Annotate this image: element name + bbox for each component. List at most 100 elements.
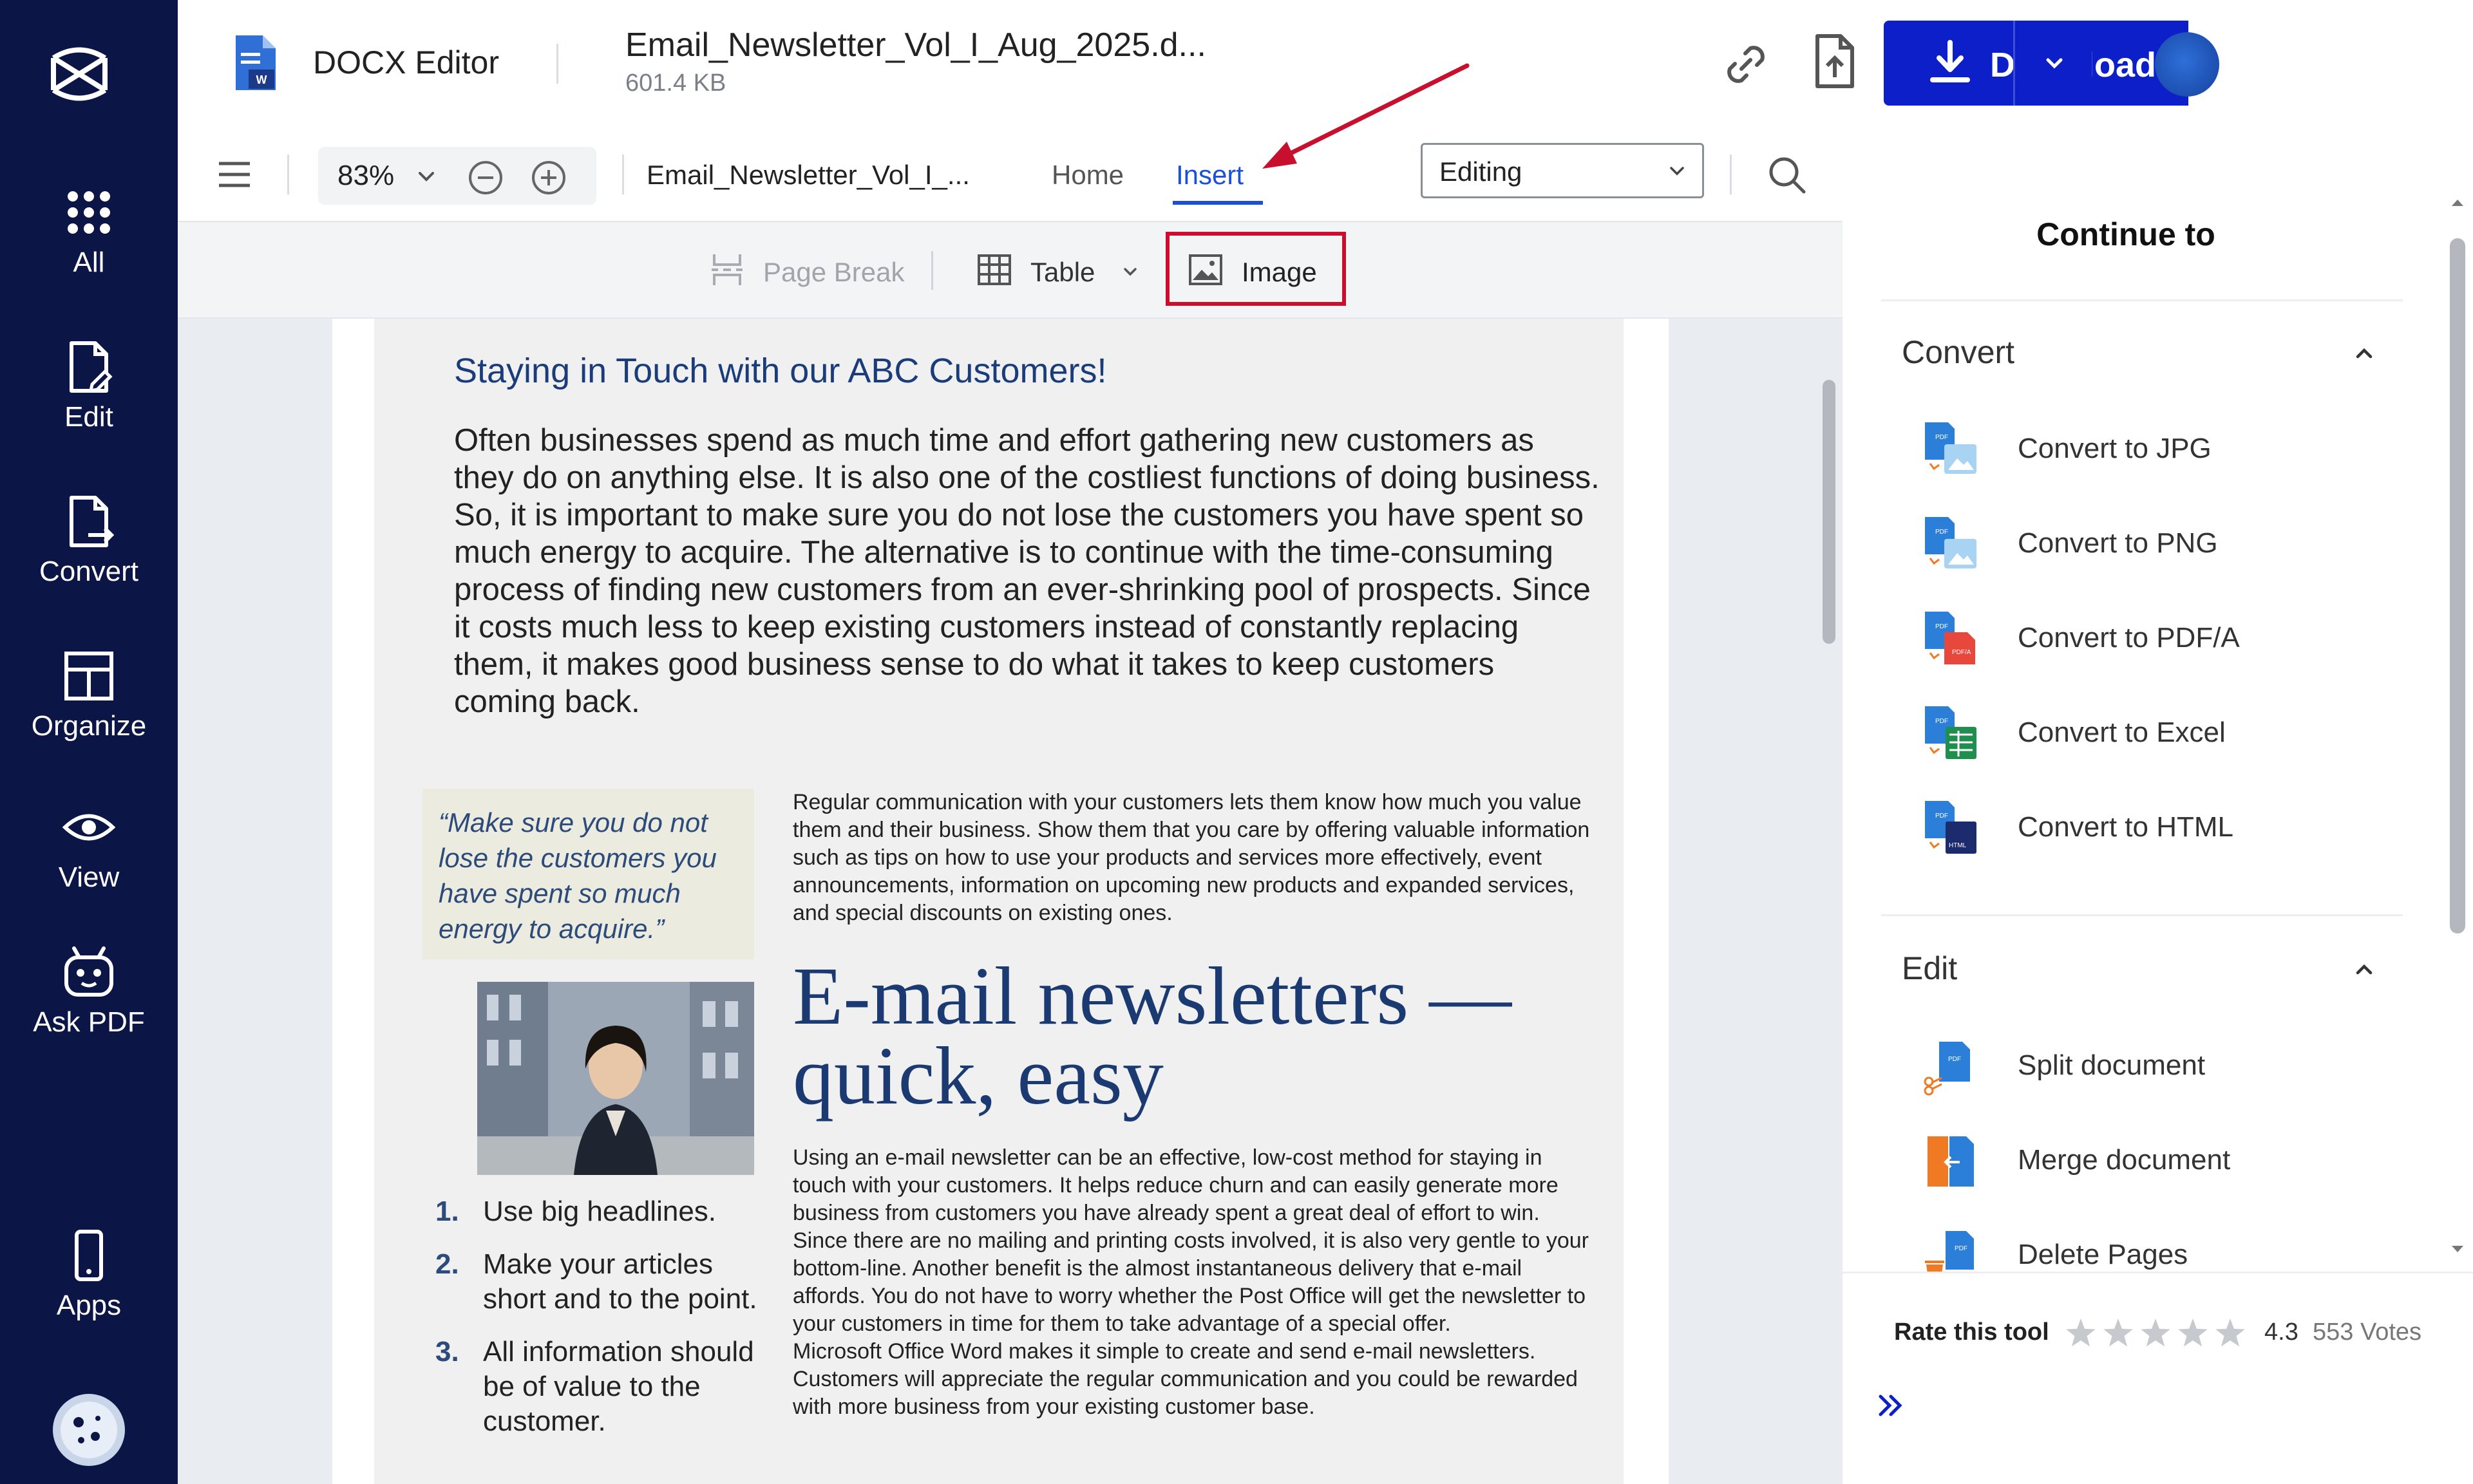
newsletter-paragraphs: Using an e-mail newsletter can be an eff… [793, 1144, 1598, 1421]
document-name: Email_Newsletter_Vol_I_... [647, 160, 970, 190]
pdf-to-pdfa-icon: PDF PDF/A [1925, 612, 1975, 664]
search-icon[interactable] [1767, 155, 1808, 196]
sidebar-item-edit[interactable]: Edit [0, 338, 178, 433]
chevron-up-icon[interactable] [2351, 340, 2377, 366]
double-chevron-right-icon[interactable] [1871, 1386, 1910, 1425]
star-icon[interactable] [2141, 1319, 2170, 1347]
sidebar-item-convert[interactable]: Convert [0, 493, 178, 588]
delete-pages-label: Delete Pages [2018, 1239, 2188, 1270]
sidebar-item-ask-pdf[interactable]: Ask PDF [0, 943, 178, 1038]
brand-logo-icon[interactable] [44, 39, 115, 109]
merge-document-item[interactable]: Merge document [1920, 1123, 2371, 1194]
convert-to-png-item[interactable]: PDF Convert to PNG [1920, 507, 2371, 578]
convert-to-pdfa-item[interactable]: PDF PDF/A Convert to PDF/A [1920, 601, 2371, 672]
upload-file-icon[interactable] [1806, 32, 1864, 90]
panel-divider [1881, 299, 2403, 301]
panel-title: Continue to [2036, 216, 2215, 252]
page-break-button[interactable]: Page Break [709, 248, 905, 293]
page-break-icon [712, 254, 743, 285]
app-root: All Edit Convert Organize View Ask PDF A… [0, 0, 2473, 1484]
svg-text:W: W [256, 73, 267, 86]
newsletter-title[interactable]: Staying in Touch with our ABC Customers! [454, 351, 1106, 391]
svg-text:PDF: PDF [1935, 623, 1948, 630]
mobile-icon [75, 1230, 103, 1281]
eye-icon [62, 814, 116, 841]
sidebar-item-label: Organize [31, 710, 147, 742]
chevron-down-icon [2046, 58, 2063, 69]
ribbon-divider [931, 251, 933, 290]
rating-bar: Rate this tool 4.3 553 Votes [1843, 1272, 2473, 1484]
list-item[interactable]: 1. Use big headlines. [435, 1194, 757, 1229]
active-tab-indicator [1173, 201, 1263, 205]
star-icon[interactable] [2215, 1319, 2245, 1347]
vote-count: 553 Votes [2313, 1319, 2422, 1346]
table-icon [978, 254, 1011, 285]
sidebar-item-apps[interactable]: Apps [0, 1226, 178, 1322]
scroll-down-icon[interactable] [2448, 1239, 2467, 1259]
docx-file-icon: W [236, 35, 276, 90]
share-link-icon[interactable] [1717, 35, 1775, 93]
user-avatar[interactable] [2155, 32, 2219, 97]
word-paragraph[interactable]: Microsoft Office Word makes it simple to… [793, 1338, 1598, 1421]
svg-text:PDF: PDF [1955, 1245, 1967, 1252]
convert-to-jpg-item[interactable]: PDF Convert to JPG [1920, 412, 2371, 483]
document-page[interactable]: Staying in Touch with our ABC Customers!… [332, 319, 1669, 1484]
convert-to-excel-item[interactable]: PDF Convert to Excel [1920, 696, 2371, 767]
chevron-up-icon[interactable] [2351, 956, 2377, 982]
businesswoman-photo[interactable] [477, 982, 754, 1175]
sidebar-item-label: Convert [39, 556, 139, 587]
communication-paragraph[interactable]: Regular communication with your customer… [793, 789, 1598, 927]
photo-image [477, 982, 754, 1175]
toolbar-divider [1730, 155, 1732, 194]
split-document-item[interactable]: PDF Split document [1920, 1029, 2371, 1100]
document-scrollbar[interactable] [1823, 380, 1835, 644]
download-options-button[interactable] [2013, 21, 2092, 106]
chevron-down-icon[interactable] [415, 165, 438, 188]
merge-icon [1928, 1136, 1974, 1187]
newsletter-paragraph[interactable]: Using an e-mail newsletter can be an eff… [793, 1144, 1598, 1338]
sidebar-item-label: All [73, 247, 105, 278]
grid-icon [68, 191, 110, 234]
sidebar-item-all[interactable]: All [0, 183, 178, 279]
tab-insert[interactable]: Insert [1176, 160, 1244, 191]
file-name: Email_Newsletter_Vol_I_Aug_2025.d... [625, 26, 1206, 64]
split-document-label: Split document [2018, 1049, 2206, 1081]
left-sidebar: All Edit Convert Organize View Ask PDF A… [0, 0, 178, 1484]
svg-text:PDF: PDF [1935, 529, 1948, 536]
svg-text:PDF: PDF [1935, 812, 1948, 820]
section-heading[interactable]: E-mail newsletters — quick, easy [793, 955, 1598, 1117]
zoom-level[interactable]: 83% [337, 160, 394, 192]
table-button[interactable]: Table [976, 248, 1144, 293]
cookie-icon [61, 1402, 117, 1458]
annotation-arrow-icon [1262, 63, 1470, 169]
convert-to-html-item[interactable]: PDF HTML Convert to HTML [1920, 791, 2371, 861]
pull-quote[interactable]: “Make sure you do not lose the customers… [439, 805, 748, 946]
image-button-highlight [1166, 232, 1346, 306]
star-icon[interactable] [2103, 1319, 2133, 1347]
list-item[interactable]: 3. All information should be of value to … [435, 1335, 757, 1439]
list-number: 3. [435, 1336, 459, 1367]
panel-scrollbar-thumb[interactable] [2450, 238, 2465, 934]
cookie-settings-button[interactable] [53, 1394, 125, 1466]
svg-text:HTML: HTML [1949, 842, 1967, 849]
list-item[interactable]: 2. Make your articles short and to the po… [435, 1247, 757, 1317]
sidebar-item-view[interactable]: View [0, 798, 178, 894]
zoom-out-icon[interactable] [468, 160, 504, 196]
zoom-in-icon[interactable] [531, 160, 567, 196]
sidebar-item-organize[interactable]: Organize [0, 647, 178, 742]
sidebar-item-label: View [58, 861, 120, 893]
chevron-down-icon [1124, 268, 1137, 276]
scroll-up-icon[interactable] [2448, 193, 2467, 212]
svg-text:PDF: PDF [1935, 434, 1948, 441]
tab-home[interactable]: Home [1052, 160, 1124, 191]
intro-paragraph[interactable]: Often businesses spend as much time and … [454, 422, 1600, 720]
app-name: DOCX Editor [313, 44, 499, 80]
panel-divider [1881, 914, 2403, 916]
page-break-label: Page Break [763, 257, 905, 287]
star-icon[interactable] [2066, 1319, 2096, 1347]
rating-stars[interactable] [2061, 1315, 2255, 1353]
hamburger-menu-icon[interactable] [216, 160, 252, 189]
star-icon[interactable] [2178, 1319, 2208, 1347]
document-canvas[interactable]: Staying in Touch with our ABC Customers!… [178, 319, 1843, 1484]
list-number: 1. [435, 1196, 459, 1227]
